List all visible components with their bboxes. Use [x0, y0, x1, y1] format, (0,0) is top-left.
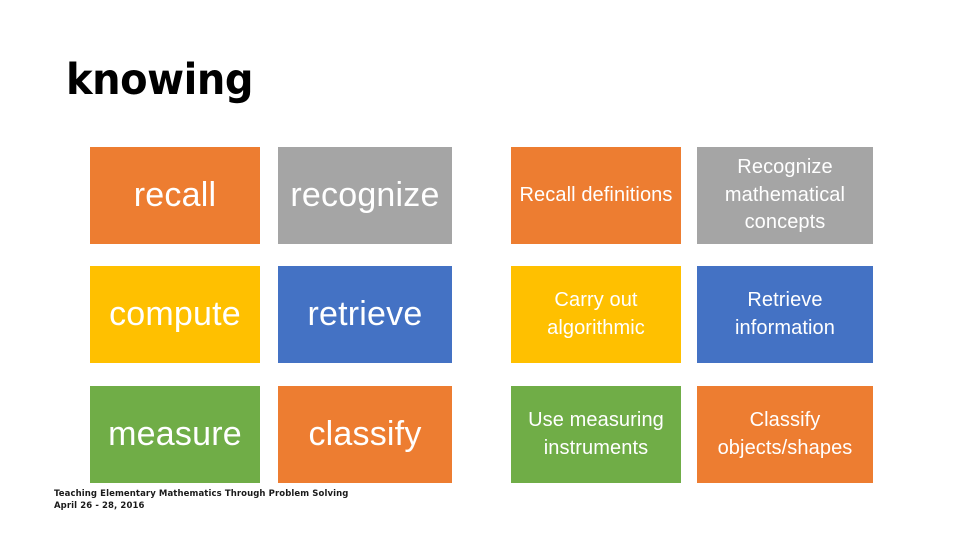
tile-use-measuring-instruments[interactable]: Use measuring instruments — [511, 386, 681, 483]
tile-label: classify — [308, 415, 422, 454]
tile-compute[interactable]: compute — [90, 266, 260, 363]
tile-label: Classify objects/shapes — [717, 408, 853, 459]
slide-footer: Teaching Elementary Mathematics Through … — [54, 488, 474, 513]
tile-label: Recall definitions — [519, 183, 673, 206]
tile-label: Recognize mathematical concepts — [724, 156, 846, 234]
tile-classify-objects-shapes[interactable]: Classify objects/shapes — [697, 386, 873, 483]
tile-label: retrieve — [307, 295, 423, 334]
tile-recall[interactable]: recall — [90, 147, 260, 244]
tile-recall-definitions[interactable]: Recall definitions — [511, 147, 681, 244]
tile-label: recall — [133, 176, 217, 215]
tile-classify[interactable]: classify — [278, 386, 452, 483]
tile-measure[interactable]: measure — [90, 386, 260, 483]
tile-label: Carry out algorithmic — [547, 288, 645, 339]
tile-recognize[interactable]: recognize — [278, 147, 452, 244]
page-title: knowing — [66, 55, 254, 105]
footer-conference-date: April 26 - 28, 2016 — [54, 501, 145, 512]
tile-label: Retrieve information — [734, 288, 836, 339]
tile-label: Use measuring instruments — [528, 408, 664, 459]
slide-canvas: knowing recall recognize Recall definiti… — [0, 0, 960, 540]
footer-conference-name: Teaching Elementary Mathematics Through … — [54, 489, 349, 499]
tile-recognize-mathematical-concepts[interactable]: Recognize mathematical concepts — [697, 147, 873, 244]
tile-label: recognize — [290, 176, 440, 215]
tile-label: measure — [108, 415, 242, 454]
tile-carry-out-algorithmic[interactable]: Carry out algorithmic — [511, 266, 681, 363]
tile-label: compute — [109, 295, 241, 334]
tile-retrieve-information[interactable]: Retrieve information — [697, 266, 873, 363]
tile-retrieve[interactable]: retrieve — [278, 266, 452, 363]
